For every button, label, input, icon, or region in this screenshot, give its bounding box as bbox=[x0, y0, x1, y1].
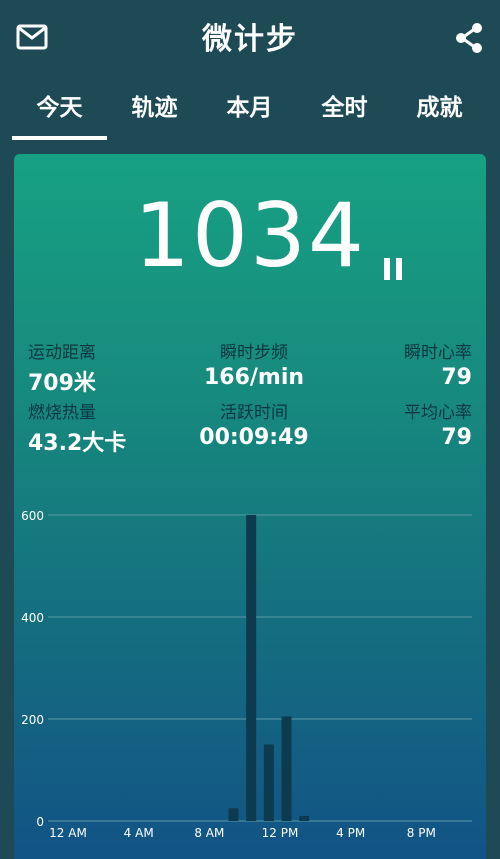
stat-label: 平均心率 bbox=[404, 403, 472, 423]
x-tick-label: 12 AM bbox=[49, 826, 87, 840]
y-tick-label: 200 bbox=[21, 713, 44, 727]
chart-bar bbox=[246, 515, 257, 821]
stat-label: 燃烧热量 bbox=[28, 403, 96, 423]
stat-active-time: 活跃时间 00:09:49 bbox=[174, 398, 334, 450]
stat-heart-rate-avg: 平均心率 79 bbox=[404, 398, 472, 450]
tab-month[interactable]: 本月 bbox=[202, 80, 297, 138]
stat-label: 瞬时步频 bbox=[220, 343, 288, 363]
tab-today[interactable]: 今天 bbox=[12, 80, 107, 140]
tab-all-time[interactable]: 全时 bbox=[297, 80, 392, 138]
stat-heart-rate-now: 瞬时心率 79 bbox=[404, 338, 472, 390]
stat-distance: 运动距离 709米 bbox=[28, 338, 96, 397]
pause-icon[interactable] bbox=[384, 258, 404, 280]
app-header: 微计步 bbox=[0, 0, 500, 78]
chart-bar bbox=[228, 808, 239, 821]
stat-value: 166/min bbox=[203, 365, 305, 390]
app-title: 微计步 bbox=[202, 22, 298, 57]
x-tick-label: 8 PM bbox=[407, 826, 436, 840]
y-tick-label: 400 bbox=[21, 611, 44, 625]
stat-value: 79 bbox=[441, 425, 472, 450]
stat-value: 00:09:49 bbox=[199, 425, 309, 450]
today-card: 1034 运动距离 709米 瞬时步频 166/min 瞬时心率 79 燃烧热量… bbox=[14, 154, 486, 859]
stat-label: 活跃时间 bbox=[220, 403, 288, 423]
stat-calories: 燃烧热量 43.2大卡 bbox=[28, 398, 126, 457]
stat-value: 43.2大卡 bbox=[28, 431, 127, 456]
tab-bar: 今天 轨迹 本月 全时 成就 bbox=[12, 80, 488, 140]
chart-bar bbox=[299, 815, 310, 821]
tab-track[interactable]: 轨迹 bbox=[107, 80, 202, 138]
stat-label: 瞬时心率 bbox=[404, 343, 472, 363]
step-count: 1034 bbox=[134, 184, 366, 287]
x-tick-label: 4 AM bbox=[124, 826, 154, 840]
step-count-area: 1034 bbox=[14, 192, 486, 280]
tab-achievements[interactable]: 成就 bbox=[392, 80, 487, 138]
y-tick-label: 0 bbox=[36, 815, 44, 829]
x-tick-label: 4 PM bbox=[336, 826, 365, 840]
chart-bar bbox=[263, 744, 274, 821]
x-tick-label: 8 AM bbox=[194, 826, 224, 840]
share-icon[interactable] bbox=[454, 22, 484, 54]
y-tick-label: 600 bbox=[21, 509, 44, 523]
stat-cadence: 瞬时步频 166/min bbox=[174, 338, 334, 390]
stat-label: 运动距离 bbox=[28, 343, 96, 363]
stat-value: 79 bbox=[441, 365, 472, 390]
x-tick-label: 12 PM bbox=[262, 826, 299, 840]
chart-bar bbox=[281, 716, 292, 821]
stat-value: 709米 bbox=[28, 371, 96, 396]
hourly-steps-chart: 0 200 400 600 12 AM 4 AM 8 AM 12 PM 4 PM 8 PM bbox=[21, 509, 472, 840]
